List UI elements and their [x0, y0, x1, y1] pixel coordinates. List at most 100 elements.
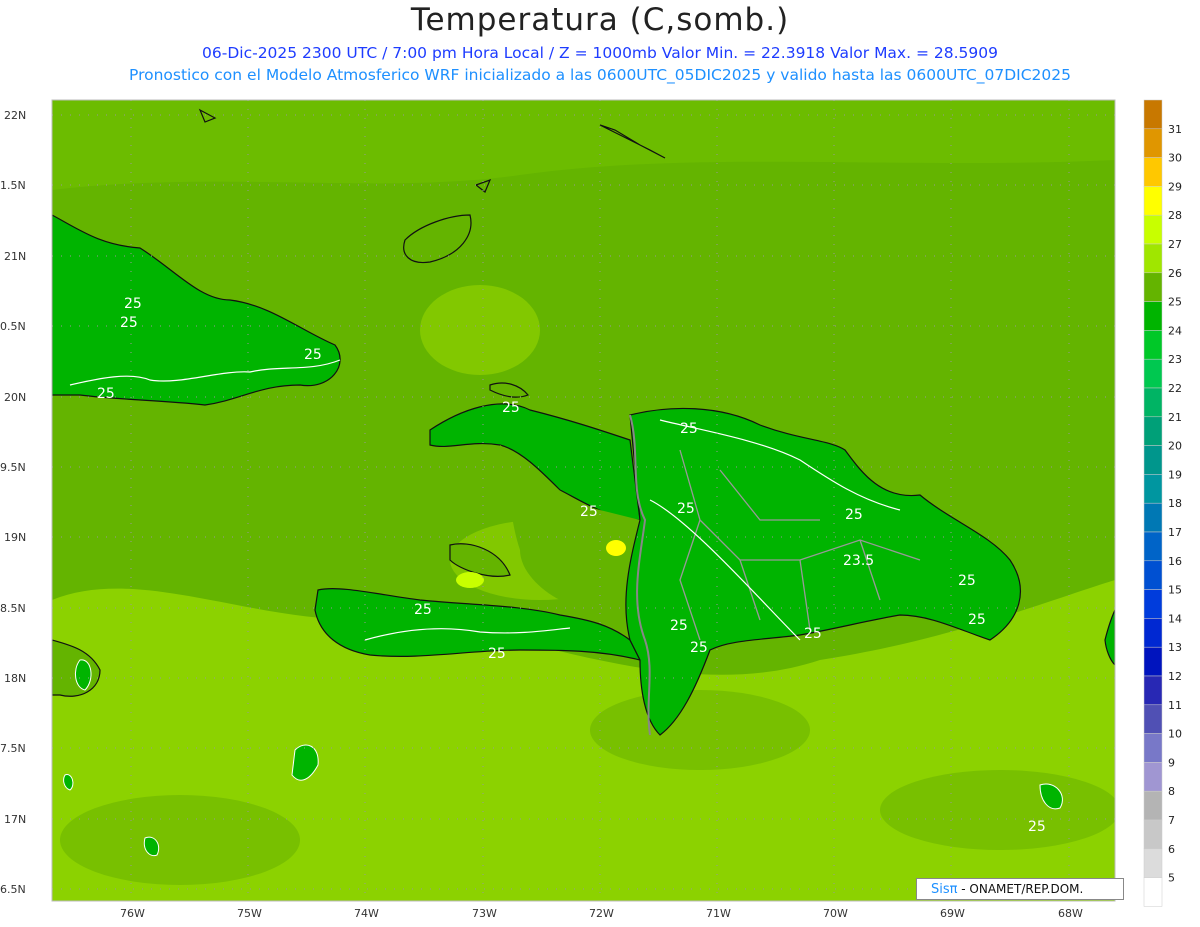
colorbar-label: 14	[1168, 612, 1182, 625]
lat-label: 17N	[4, 813, 26, 826]
lon-label: 74W	[354, 907, 379, 920]
colorbar-label: 26	[1168, 267, 1182, 280]
colorbar-swatch	[1143, 330, 1163, 360]
contour-label: 25	[804, 626, 822, 642]
colorbar-label: 17	[1168, 526, 1182, 539]
lat-label: 21N	[4, 250, 26, 263]
colorbar-swatch	[1143, 272, 1163, 302]
colorbar-label: 10	[1168, 728, 1182, 741]
lon-label: 73W	[472, 907, 497, 920]
temperature-map: 25 25 25 25 25 25 25 25 25 25 23.5 25 25…	[0, 99, 1182, 920]
lon-label: 72W	[589, 907, 614, 920]
contour-label: 25	[120, 315, 138, 331]
lat-label: 22N	[4, 109, 26, 122]
contour-label: 25	[124, 296, 142, 312]
colorbar-label: 29	[1168, 180, 1182, 193]
colorbar-label: 25	[1168, 296, 1182, 309]
colorbar-label: 28	[1168, 209, 1182, 222]
colorbar-label: 23	[1168, 353, 1182, 366]
colorbar-legend: 31 30 29 28 27 26 25 24 23 22 21 20 19 18 17 16 15 14 13 12…	[1143, 99, 1182, 907]
contour-label: 25	[97, 386, 115, 402]
colorbar-label: 20	[1168, 440, 1182, 453]
lat-label: 9.5N	[0, 461, 26, 474]
colorbar-swatch	[1143, 358, 1163, 389]
lat-label: 18N	[4, 672, 26, 685]
colorbar-label: 5	[1168, 872, 1175, 885]
latitude-labels: 22N 1.5N 21N 0.5N 20N 9.5N 19N 8.5N 18N …	[0, 109, 26, 896]
colorbar-label: 24	[1168, 324, 1182, 337]
colorbar-swatch	[1143, 99, 1163, 130]
colorbar-swatch	[1143, 704, 1163, 734]
colorbar-label: 16	[1168, 555, 1182, 568]
contour-label: 25	[680, 421, 698, 437]
lat-label: 6.5N	[0, 883, 26, 896]
colorbar-swatch	[1143, 416, 1163, 446]
lat-label: 19N	[4, 531, 26, 544]
colorbar-label: 18	[1168, 497, 1182, 510]
lon-label: 70W	[823, 907, 848, 920]
colorbar-swatch	[1143, 214, 1163, 245]
colorbar-swatch	[1143, 474, 1163, 504]
credit-brand: Sisπ	[931, 882, 958, 897]
colorbar-swatch	[1143, 560, 1163, 590]
warm-sea-patch	[420, 285, 540, 375]
colorbar-label: 9	[1168, 756, 1175, 769]
colorbar-swatch	[1143, 819, 1163, 850]
lat-label: 8.5N	[0, 602, 26, 615]
lon-label: 68W	[1058, 907, 1083, 920]
colorbar-swatch	[1143, 790, 1163, 821]
lat-label: 1.5N	[0, 179, 26, 192]
lat-label: 20N	[4, 391, 26, 404]
colorbar-swatch	[1143, 848, 1163, 878]
contour-label: 23.5	[843, 553, 874, 569]
colorbar-swatch	[1143, 128, 1163, 158]
colorbar-swatch	[1143, 646, 1163, 677]
warm-patch	[456, 572, 484, 588]
colorbar-label: 11	[1168, 699, 1182, 712]
colorbar-label: 31	[1168, 123, 1182, 136]
colorbar-label: 27	[1168, 238, 1182, 251]
contour-label: 25	[670, 618, 688, 634]
warm-sea-patch	[880, 770, 1115, 850]
colorbar-swatch	[1143, 243, 1163, 274]
lon-label: 71W	[706, 907, 731, 920]
colorbar-label: 30	[1168, 152, 1182, 165]
longitude-labels: 76W 75W 74W 73W 72W 71W 70W 69W 68W	[120, 907, 1083, 920]
colorbar-swatch	[1143, 531, 1163, 562]
lon-label: 76W	[120, 907, 145, 920]
colorbar-label: 13	[1168, 641, 1182, 654]
lat-label: 7.5N	[0, 742, 26, 755]
colorbar-swatch	[1143, 445, 1163, 475]
contour-label: 25	[968, 612, 986, 628]
warm-sea-patch	[60, 795, 300, 885]
contour-label: 25	[304, 347, 322, 363]
contour-label: 25	[958, 573, 976, 589]
colorbar-swatch	[1143, 877, 1163, 907]
contour-label: 25	[488, 646, 506, 662]
colorbar-swatch	[1143, 387, 1163, 418]
colorbar-label: 7	[1168, 814, 1175, 827]
hot-spot	[606, 540, 626, 556]
contour-label: 25	[414, 602, 432, 618]
lon-label: 69W	[940, 907, 965, 920]
colorbar-swatch	[1143, 301, 1163, 331]
colorbar-swatch	[1143, 502, 1163, 533]
colorbar-swatch	[1143, 589, 1163, 619]
colorbar-swatch	[1143, 733, 1163, 763]
colorbar-label: 8	[1168, 785, 1175, 798]
lat-label: 0.5N	[0, 320, 26, 333]
colorbar-label: 6	[1168, 843, 1175, 856]
colorbar-label: 12	[1168, 670, 1182, 683]
colorbar-swatch	[1143, 186, 1163, 216]
colorbar-swatch	[1143, 762, 1163, 792]
contour-label: 25	[502, 400, 520, 416]
colorbar-swatch	[1143, 157, 1163, 187]
colorbar-label: 21	[1168, 411, 1182, 424]
colorbar-label: 22	[1168, 382, 1182, 395]
contour-label: 25	[580, 504, 598, 520]
credit-org: - ONAMET/REP.DOM.	[957, 882, 1084, 896]
warm-sea-patch	[590, 690, 810, 770]
colorbar-swatch	[1143, 618, 1163, 648]
colorbar-label: 15	[1168, 584, 1182, 597]
credit-box: Sisπ - ONAMET/REP.DOM.	[916, 878, 1124, 900]
